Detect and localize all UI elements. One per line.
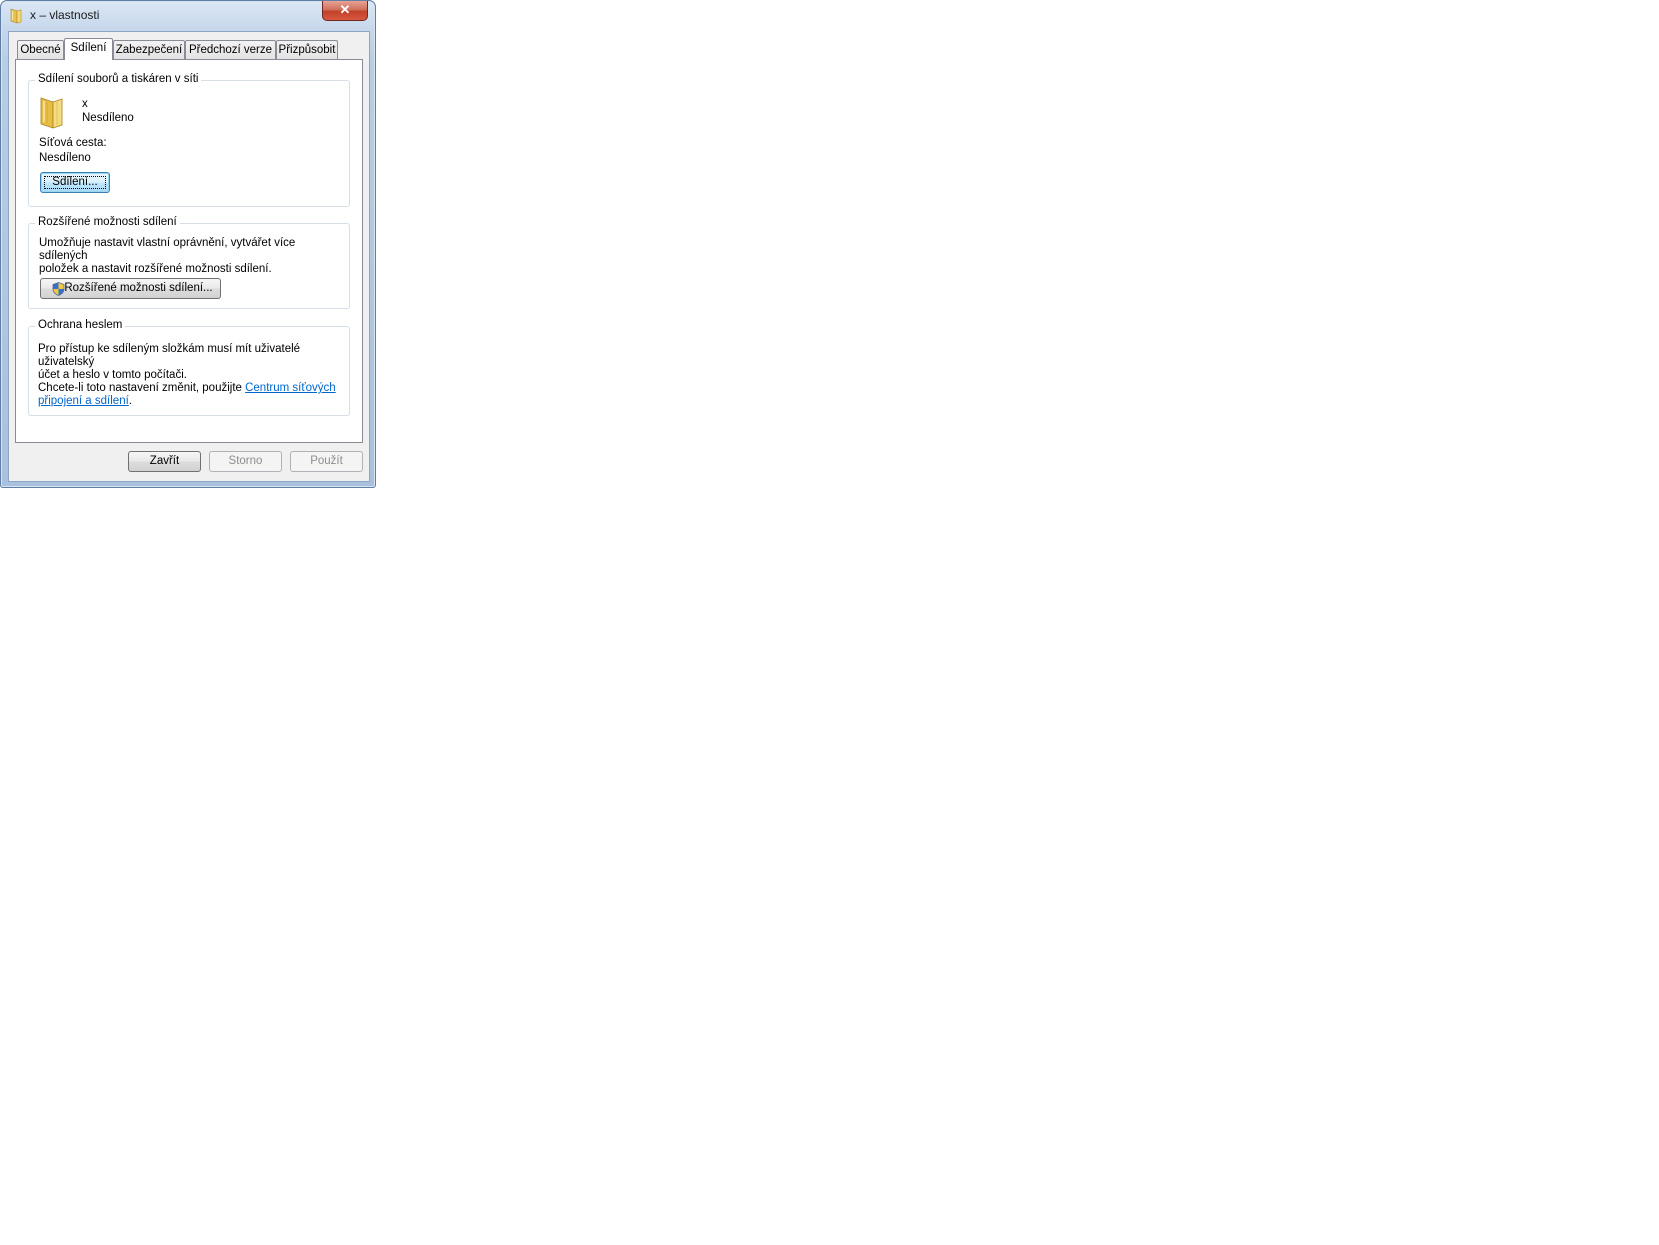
advanced-sharing-group-title: Rozšířené možnosti sdílení — [35, 216, 180, 228]
share-button[interactable]: Sdílení... — [40, 172, 110, 193]
network-path-label: Síťová cesta: — [39, 137, 107, 149]
dialog-client-area: Obecné Sdílení Zabezpečení Předchozí ver… — [8, 31, 370, 482]
uac-shield-icon — [52, 282, 65, 296]
title-bar[interactable]: x – vlastnosti ✕ — [1, 1, 375, 31]
shared-folder-icon — [40, 97, 63, 129]
password-protection-group-title: Ochrana heslem — [35, 319, 126, 331]
folder-icon — [10, 8, 22, 24]
tab-sharing[interactable]: Sdílení — [64, 38, 113, 60]
close-button[interactable]: Zavřít — [128, 451, 201, 472]
tab-security-label: Zabezpečení — [115, 44, 183, 56]
advanced-sharing-description: Umožňuje nastavit vlastní oprávnění, vyt… — [39, 237, 296, 275]
properties-dialog: x – vlastnosti ✕ Obecné Sdílení Zabezpeč… — [0, 0, 376, 488]
apply-button-label: Použít — [310, 455, 343, 467]
file-sharing-group: Sdílení souborů a tiskáren v síti x Nesd… — [28, 73, 350, 207]
apply-button[interactable]: Použít — [290, 451, 363, 472]
tab-customize[interactable]: Přizpůsobit — [276, 40, 338, 59]
advanced-sharing-button[interactable]: Rozšířené možnosti sdílení... — [40, 278, 221, 299]
window-title: x – vlastnosti — [30, 8, 100, 22]
folder-name: x — [82, 98, 88, 110]
tab-customize-label: Přizpůsobit — [278, 44, 336, 56]
change-setting-text: Chcete-li toto nastavení změnit, použijt… — [38, 382, 336, 407]
advanced-sharing-group: Rozšířené možnosti sdílení Umožňuje nast… — [28, 216, 350, 309]
file-sharing-group-title: Sdílení souborů a tiskáren v síti — [35, 73, 202, 85]
network-center-link[interactable]: Centrum síťových — [245, 382, 336, 394]
password-protection-description: Pro přístup ke sdíleným složkám musí mít… — [38, 343, 301, 381]
network-path-value: Nesdíleno — [39, 152, 91, 164]
network-center-link-continued[interactable]: připojení a sdílení — [38, 395, 129, 407]
password-protection-group: Ochrana heslem Pro přístup ke sdíleným s… — [28, 319, 350, 416]
folder-share-status: Nesdíleno — [82, 112, 134, 124]
advanced-sharing-button-label: Rozšířené možnosti sdílení... — [64, 282, 213, 294]
tab-previous-versions[interactable]: Předchozí verze — [185, 40, 276, 59]
sharing-tab-panel: Sdílení souborů a tiskáren v síti x Nesd… — [15, 59, 363, 443]
tab-general[interactable]: Obecné — [17, 40, 64, 59]
tab-general-label: Obecné — [20, 44, 61, 56]
cancel-button-label: Storno — [228, 455, 263, 467]
close-icon: ✕ — [339, 2, 351, 17]
cancel-button[interactable]: Storno — [209, 451, 282, 472]
close-button-label: Zavřít — [149, 455, 180, 467]
tab-sharing-label: Sdílení — [70, 42, 107, 54]
close-window-button[interactable]: ✕ — [322, 1, 368, 21]
tab-security[interactable]: Zabezpečení — [113, 40, 185, 59]
tab-previous-versions-label: Předchozí verze — [188, 44, 273, 56]
